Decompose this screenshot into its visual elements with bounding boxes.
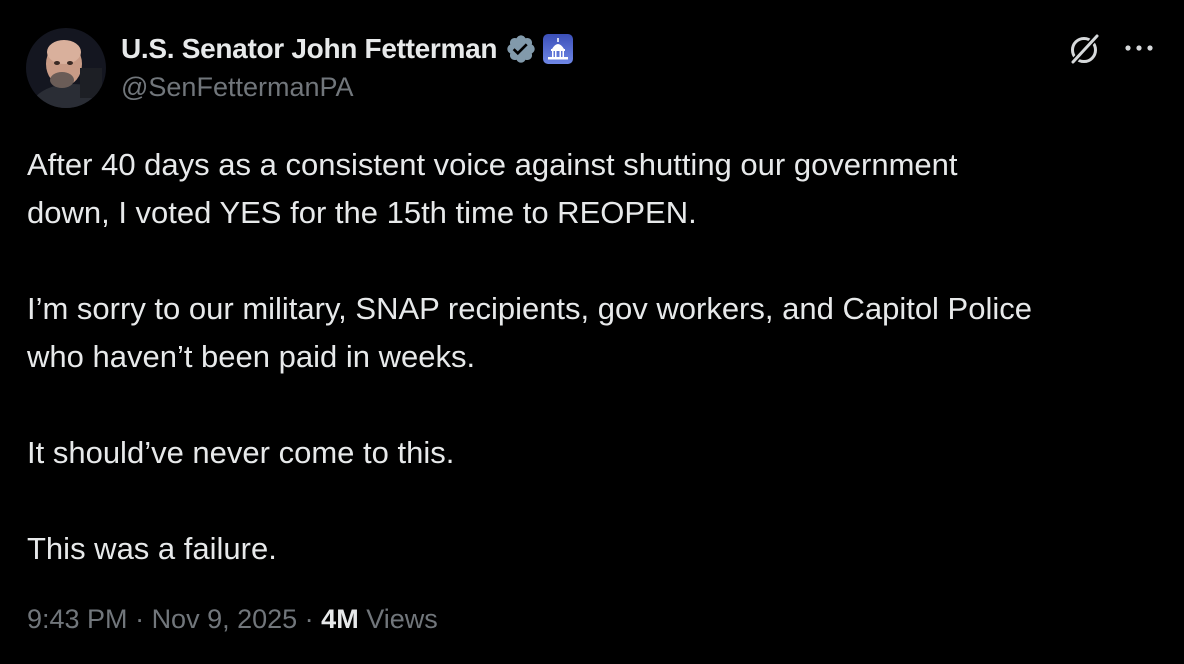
tweet-line: I’m sorry to our military, SNAP recipien… [27, 291, 1032, 326]
tweet-line: who haven’t been paid in weeks. [27, 339, 476, 374]
grok-icon[interactable] [1066, 30, 1104, 68]
meta-separator: · [127, 604, 152, 634]
tweet-date[interactable]: Nov 9, 2025 [152, 604, 298, 634]
user-avatar [26, 28, 106, 108]
views-count[interactable]: 4M [321, 604, 359, 634]
tweet-line: down, I voted YES for the 15th time to R… [27, 195, 697, 230]
views-label[interactable]: Views [366, 604, 438, 634]
tweet-line: After 40 days as a consistent voice agai… [27, 147, 958, 182]
author-name-row: U.S. Senator John Fetterman [121, 30, 574, 68]
avatar[interactable] [26, 28, 106, 108]
verified-badge-icon[interactable] [505, 33, 537, 65]
tweet-line: This was a failure. [27, 531, 277, 566]
tweet-meta: 9:43 PM · Nov 9, 2025 · 4M Views [27, 604, 438, 635]
tweet-card: U.S. Senator John Fetterman @SenFetterma… [0, 0, 1184, 664]
tweet-time[interactable]: 9:43 PM [27, 604, 128, 634]
author-handle[interactable]: @SenFettermanPA [121, 72, 354, 103]
tweet-line: It should’ve never come to this. [27, 435, 455, 470]
author-display-name[interactable]: U.S. Senator John Fetterman [121, 33, 498, 65]
tweet-text: After 40 days as a consistent voice agai… [27, 141, 1167, 573]
capitol-badge-icon[interactable] [543, 34, 574, 64]
more-icon[interactable] [1120, 32, 1158, 64]
meta-separator: · [297, 604, 322, 634]
